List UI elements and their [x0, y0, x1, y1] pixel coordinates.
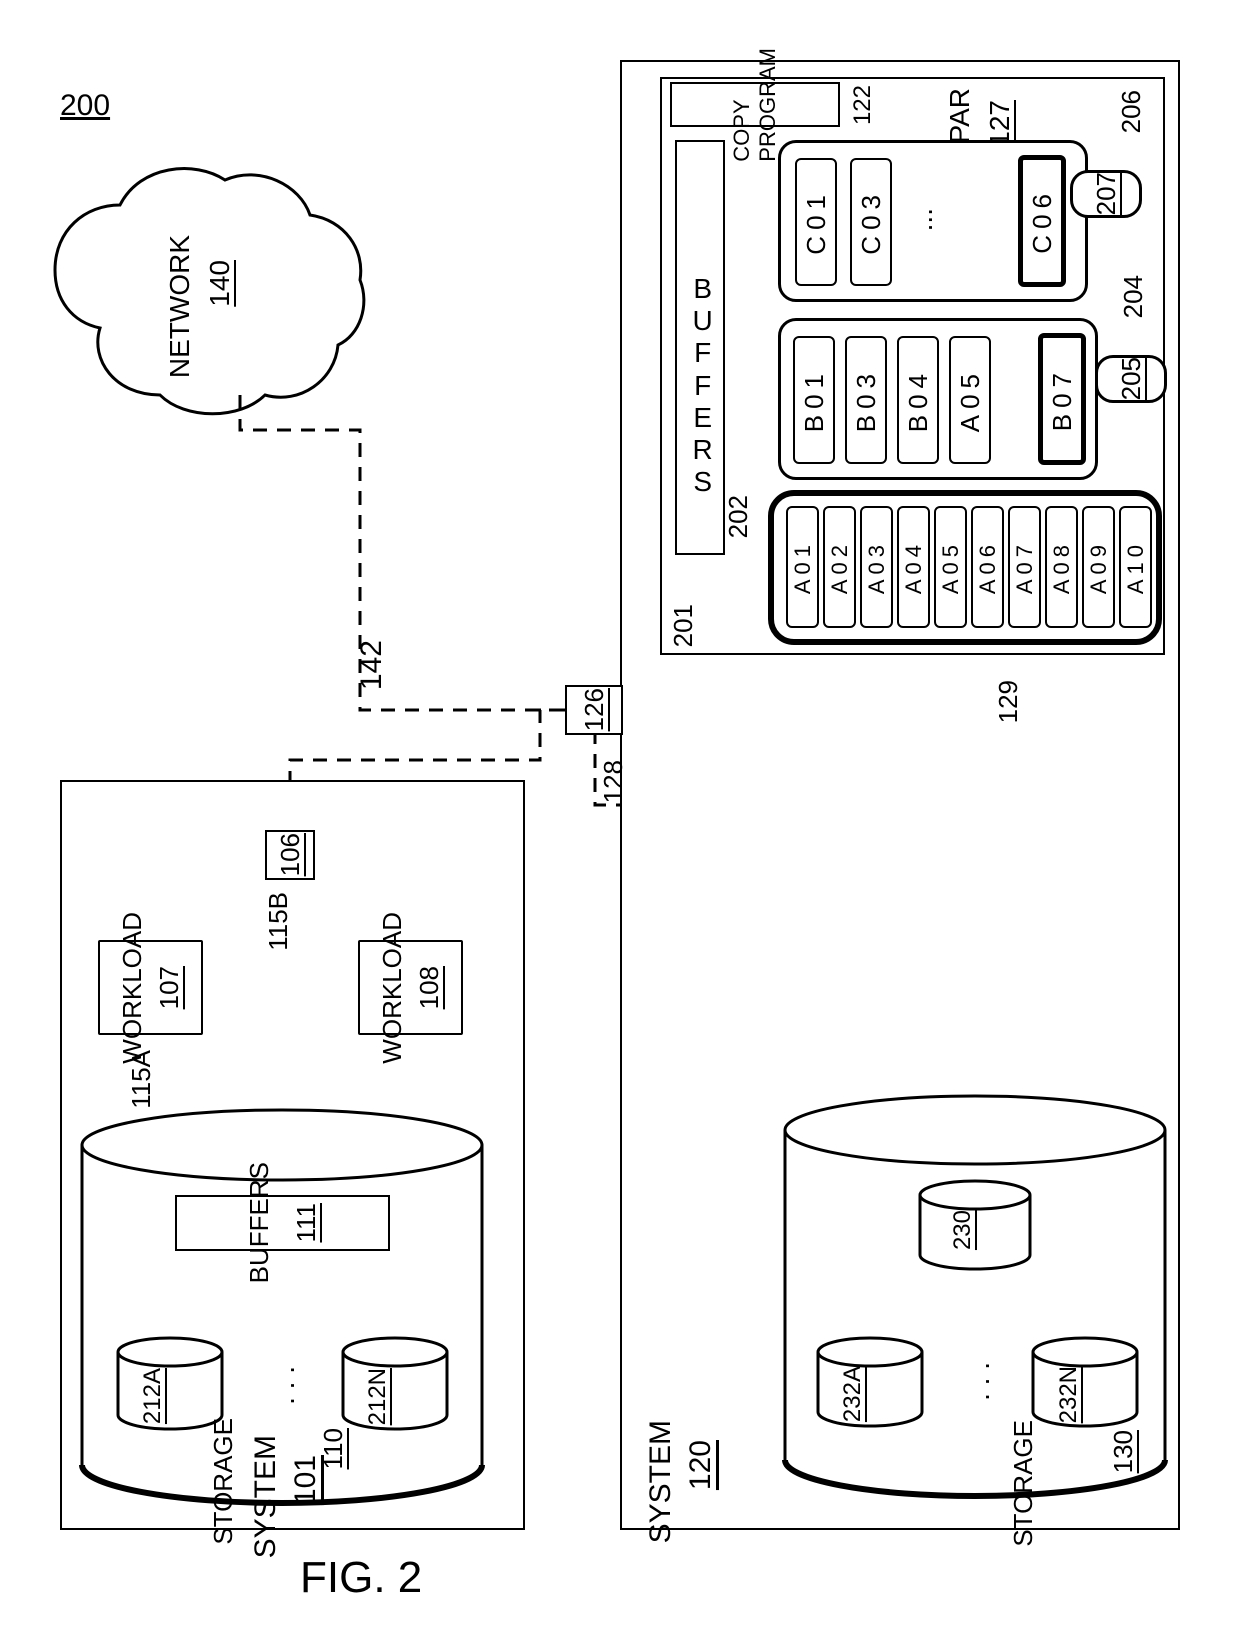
copy-program-ref: 122 — [850, 85, 875, 125]
cell-202-2: A03 — [860, 506, 893, 628]
node-126-label: 126 — [579, 688, 610, 731]
buffers-111-ref: 111 — [291, 1203, 322, 1243]
storage-130-ref: 130 — [1110, 1430, 1137, 1473]
cell-c03: C03 — [850, 158, 892, 286]
storage-110-title: STORAGE — [210, 1418, 237, 1545]
ref-201: 201 — [670, 604, 697, 647]
vol-212n: 212N — [365, 1368, 390, 1425]
cell-206-ellipsis: ... — [908, 208, 937, 231]
node-106: 106 — [265, 830, 315, 880]
vol-ellipsis-130: . . . — [965, 1362, 994, 1401]
workload-107-ref: 107 — [154, 966, 185, 1009]
callout-205: 205 — [1095, 355, 1167, 403]
vol-232a: 232A — [840, 1366, 865, 1422]
vol-ellipsis-101: . . . — [270, 1366, 299, 1405]
cell-202-6: A07 — [1008, 506, 1041, 628]
ref-206: 206 — [1118, 90, 1145, 133]
cell-b03: B03 — [845, 336, 887, 464]
workload-107: WORKLOAD 107 — [98, 940, 203, 1035]
cell-202-4: A05 — [934, 506, 967, 628]
cell-202-8: A09 — [1082, 506, 1115, 628]
cell-202-1: A02 — [823, 506, 856, 628]
vol-232n: 232N — [1056, 1366, 1081, 1423]
system-120-ref: 120 — [685, 1440, 717, 1490]
cell-a05: A05 — [949, 336, 991, 464]
buffers-111: BUFFERS 111 — [175, 1195, 390, 1251]
link-128: 128 — [600, 760, 627, 803]
node-106-label: 106 — [275, 833, 306, 876]
network-ref: 140 — [205, 260, 234, 307]
figure-label: FIG. 2 — [300, 1555, 422, 1601]
link-115b: 115B — [265, 892, 292, 951]
page-ref: 200 — [60, 90, 110, 122]
callout-207: 207 — [1070, 170, 1142, 218]
cell-c01: C01 — [795, 158, 837, 286]
callout-207-label: 207 — [1091, 172, 1122, 215]
system-101-ref: 101 — [290, 1455, 322, 1505]
workload-108-label: WORKLOAD — [377, 912, 408, 1064]
cell-202-5: A06 — [971, 506, 1004, 628]
buffers-111-label: BUFFERS — [244, 1162, 275, 1283]
callout-205-label: 205 — [1116, 357, 1147, 400]
workload-108: WORKLOAD 108 — [358, 940, 463, 1035]
cell-c06: C06 — [1018, 155, 1066, 287]
cell-202-9: A10 — [1119, 506, 1152, 628]
link-129: 129 — [995, 680, 1022, 723]
storage-130-title: STORAGE — [1010, 1420, 1037, 1547]
ref-202: 202 — [725, 495, 752, 538]
cell-b04: B04 — [897, 336, 939, 464]
workload-107-label: WORKLOAD — [117, 912, 148, 1064]
link-142: 142 — [356, 640, 388, 690]
network-label: NETWORK — [165, 235, 194, 378]
system-101-title: SYSTEM — [250, 1435, 282, 1558]
vol-230: 230 — [950, 1210, 975, 1250]
cell-202-3: A04 — [897, 506, 930, 628]
node-126: 126 — [565, 685, 623, 735]
copy-program: COPY PROGRAM — [670, 82, 840, 127]
storage-110-ref: 110 — [320, 1428, 347, 1469]
system-120-title: SYSTEM — [645, 1420, 677, 1543]
cell-202-0: A01 — [786, 506, 819, 628]
copy-program-label: COPY PROGRAM — [729, 48, 781, 162]
cell-b07: B07 — [1038, 333, 1086, 465]
ref-204: 204 — [1120, 275, 1147, 318]
workload-108-ref: 108 — [414, 966, 445, 1009]
cell-202-7: A08 — [1045, 506, 1078, 628]
cell-b01: B01 — [793, 336, 835, 464]
buffers-vertical-label: BUFFERS — [686, 210, 719, 561]
vol-212a: 212A — [140, 1368, 165, 1424]
